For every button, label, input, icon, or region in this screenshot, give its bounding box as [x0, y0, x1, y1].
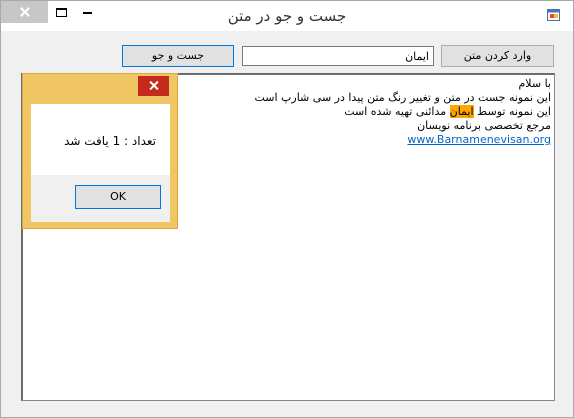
title-bar: جست و جو در متن — [1, 1, 573, 31]
close-icon — [149, 81, 159, 91]
text-line-link-row: www.Barnamenevisan.org — [254, 133, 551, 147]
text-line-reference: مرجع تخصصی برنامه نویسان — [417, 119, 551, 132]
app-icon — [547, 9, 560, 21]
main-window: جست و جو در متن وارد کردن متن جست و جو ب… — [0, 0, 574, 418]
message-box: تعداد : 1 یافت شد OK — [22, 73, 178, 229]
message-box-close-button[interactable] — [138, 76, 169, 96]
text-line-author: این نمونه توسط ایمان مدائنی تهیه شده است — [254, 105, 551, 119]
message-box-footer: OK — [31, 175, 170, 222]
window-title: جست و جو در متن — [227, 7, 347, 25]
enter-text-button[interactable]: وارد کردن متن — [441, 45, 554, 67]
author-suffix: مدائنی تهیه شده است — [344, 105, 450, 118]
text-line-description: این نمونه جست در متن و تغییر رنگ متن پید… — [254, 91, 551, 104]
website-link[interactable]: www.Barnamenevisan.org — [407, 133, 551, 146]
search-button[interactable]: جست و جو — [122, 45, 234, 67]
search-input[interactable] — [242, 46, 434, 66]
message-text: تعداد : 1 یافت شد — [64, 134, 156, 148]
text-content: با سلام این نمونه جست در متن و تغییر رنگ… — [254, 77, 551, 147]
ok-button[interactable]: OK — [75, 185, 161, 209]
message-box-content: تعداد : 1 یافت شد — [31, 104, 170, 175]
author-prefix: این نمونه توسط — [473, 105, 551, 118]
text-line-greeting: با سلام — [518, 77, 551, 90]
search-highlight: ایمان — [449, 105, 474, 118]
